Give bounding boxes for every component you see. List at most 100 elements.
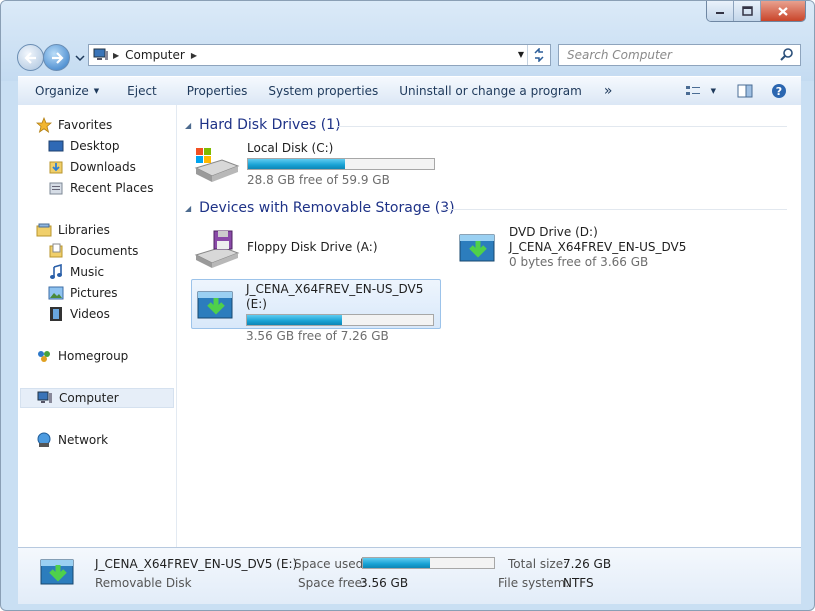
chevron-down-icon: ▼	[710, 87, 716, 95]
sidebar-item-recent-places[interactable]: Recent Places	[48, 178, 153, 198]
drive-usage-bar	[245, 314, 434, 326]
refresh-icon	[534, 48, 544, 62]
drive-name: DVD Drive (D:)	[509, 225, 598, 239]
group-header-removable-storage[interactable]: ◢ Devices with Removable Storage (3)	[185, 198, 787, 218]
sidebar-item-music[interactable]: Music	[48, 262, 104, 282]
collapse-triangle-icon[interactable]: ◢	[185, 121, 191, 130]
removable-drive-icon	[192, 282, 240, 328]
drive-name: J_CENA_X64FREV_EN-US_DV5 (E:)	[245, 282, 424, 311]
more-commands-button[interactable]: »	[595, 79, 622, 103]
properties-label: Properties	[186, 84, 248, 98]
sidebar-item-network[interactable]: Network	[36, 430, 108, 450]
collapse-triangle-icon[interactable]: ◢	[185, 204, 191, 213]
total-size-label: Total size:	[508, 557, 568, 571]
system-properties-label: System properties	[268, 84, 379, 98]
search-icon[interactable]	[780, 48, 794, 62]
uninstall-button[interactable]: Uninstall or change a program	[390, 79, 591, 103]
address-dropdown-icon[interactable]: ▼	[518, 50, 524, 59]
drive-tile-e[interactable]: J_CENA_X64FREV_EN-US_DV5 (E:) 3.56 GB fr…	[191, 279, 441, 343]
space-free-value: 3.56 GB	[360, 576, 409, 590]
sidebar-label: Network	[58, 433, 109, 447]
maximize-button[interactable]	[734, 1, 761, 21]
details-type: Removable Disk	[95, 576, 192, 590]
drive-tile-a[interactable]: Floppy Disk Drive (A:)	[191, 226, 441, 272]
homegroup-icon	[38, 351, 50, 362]
system-properties-button[interactable]: System properties	[259, 79, 387, 103]
sidebar-label: Recent Places	[70, 181, 154, 195]
sidebar-item-libraries[interactable]: Libraries	[36, 220, 110, 240]
breadcrumb-arrow-icon[interactable]: ▶	[191, 51, 197, 60]
sidebar-item-homegroup[interactable]: Homegroup	[36, 346, 128, 366]
file-system-value: NTFS	[563, 576, 594, 590]
total-size-value: 7.26 GB	[563, 557, 612, 571]
details-pane: J_CENA_X64FREV_EN-US_DV5 (E:) Removable …	[18, 547, 801, 604]
sidebar-item-computer[interactable]: Computer	[20, 388, 174, 408]
window-frame	[1, 1, 814, 81]
sidebar-item-videos[interactable]: Videos	[48, 304, 110, 324]
eject-button[interactable]: Eject	[118, 79, 166, 103]
sidebar-label: Music	[70, 265, 105, 279]
group-title: Hard Disk Drives (1)	[199, 117, 341, 133]
search-placeholder: Search Computer	[567, 48, 672, 62]
sidebar-label: Homegroup	[58, 349, 129, 363]
details-usage-fill	[363, 558, 430, 568]
help-button[interactable]: ?	[765, 79, 801, 103]
dvd-drive-icon	[453, 225, 503, 271]
desktop-icon	[48, 140, 64, 152]
drive-tile-d[interactable]: DVD Drive (D:) J_CENA_X64FREV_EN-US_DV5 …	[453, 225, 703, 271]
star-icon	[36, 117, 52, 133]
drive-tile-c[interactable]: Local Disk (C:) 28.8 GB free of 59.9 GB	[191, 141, 441, 188]
music-icon	[50, 264, 62, 279]
change-view-button[interactable]: ▼	[676, 79, 725, 103]
preview-pane-button[interactable]	[725, 79, 765, 103]
drive-free-space: 0 bytes free of 3.66 GB	[509, 255, 649, 269]
sidebar-label: Libraries	[58, 223, 110, 237]
navigation-pane: Favorites Desktop Downloads Recent Place…	[18, 105, 177, 547]
recent-places-icon	[49, 182, 63, 195]
hard-disk-icon	[191, 141, 241, 187]
sidebar-label: Desktop	[70, 139, 120, 153]
breadcrumb-computer[interactable]: Computer	[125, 48, 185, 62]
forward-button[interactable]	[43, 44, 70, 71]
removable-drive-icon	[40, 559, 74, 585]
minimize-button[interactable]	[707, 1, 734, 21]
content-pane: ◢ Hard Disk Drives (1) Local Disk (C:) 2…	[177, 105, 801, 547]
preview-pane-icon	[737, 84, 753, 98]
network-icon	[37, 432, 51, 447]
sidebar-item-pictures[interactable]: Pictures	[48, 283, 118, 303]
close-button[interactable]	[761, 1, 805, 21]
more-commands-label: »	[603, 83, 613, 99]
group-header-hard-disk-drives[interactable]: ◢ Hard Disk Drives (1)	[185, 115, 787, 135]
back-arrow-icon	[23, 51, 36, 64]
details-title: J_CENA_X64FREV_EN-US_DV5 (E:)	[95, 557, 298, 571]
drive-name: Floppy Disk Drive (A:)	[247, 240, 378, 254]
sidebar-item-documents[interactable]: Documents	[48, 241, 138, 261]
sidebar-item-desktop[interactable]: Desktop	[48, 136, 120, 156]
help-icon: ?	[772, 84, 786, 98]
drive-volume-label: J_CENA_X64FREV_EN-US_DV5	[509, 240, 687, 254]
drive-name: Local Disk (C:)	[247, 141, 334, 155]
address-bar[interactable]: ▶ Computer ▶ ▼	[88, 44, 551, 66]
back-button[interactable]	[17, 44, 44, 71]
downloads-folder-icon	[49, 161, 63, 174]
sidebar-item-favorites[interactable]: Favorites	[36, 115, 112, 135]
computer-icon	[93, 48, 108, 60]
organize-button[interactable]: Organize ▼	[26, 79, 108, 103]
floppy-drive-icon	[191, 226, 241, 272]
refresh-button[interactable]	[527, 45, 550, 65]
breadcrumb-arrow-icon[interactable]: ▶	[113, 51, 119, 60]
svg-text:?: ?	[776, 85, 782, 98]
explorer-window: ▶ Computer ▶ ▼ Search Computer Organize ▼…	[0, 0, 815, 611]
pictures-icon	[48, 286, 64, 300]
drive-usage-fill	[248, 159, 345, 169]
sidebar-label: Documents	[70, 244, 139, 258]
file-system-label: File system:	[498, 576, 570, 590]
search-box[interactable]: Search Computer	[558, 44, 801, 66]
properties-button[interactable]: Properties	[178, 79, 257, 103]
command-bar: Organize ▼ Eject Properties System proper…	[18, 76, 801, 106]
sidebar-item-downloads[interactable]: Downloads	[48, 157, 136, 177]
navigation-buttons	[17, 41, 85, 71]
view-icon	[685, 86, 700, 95]
details-usage-bar	[362, 557, 495, 569]
recent-pages-dropdown-icon[interactable]	[75, 53, 85, 63]
